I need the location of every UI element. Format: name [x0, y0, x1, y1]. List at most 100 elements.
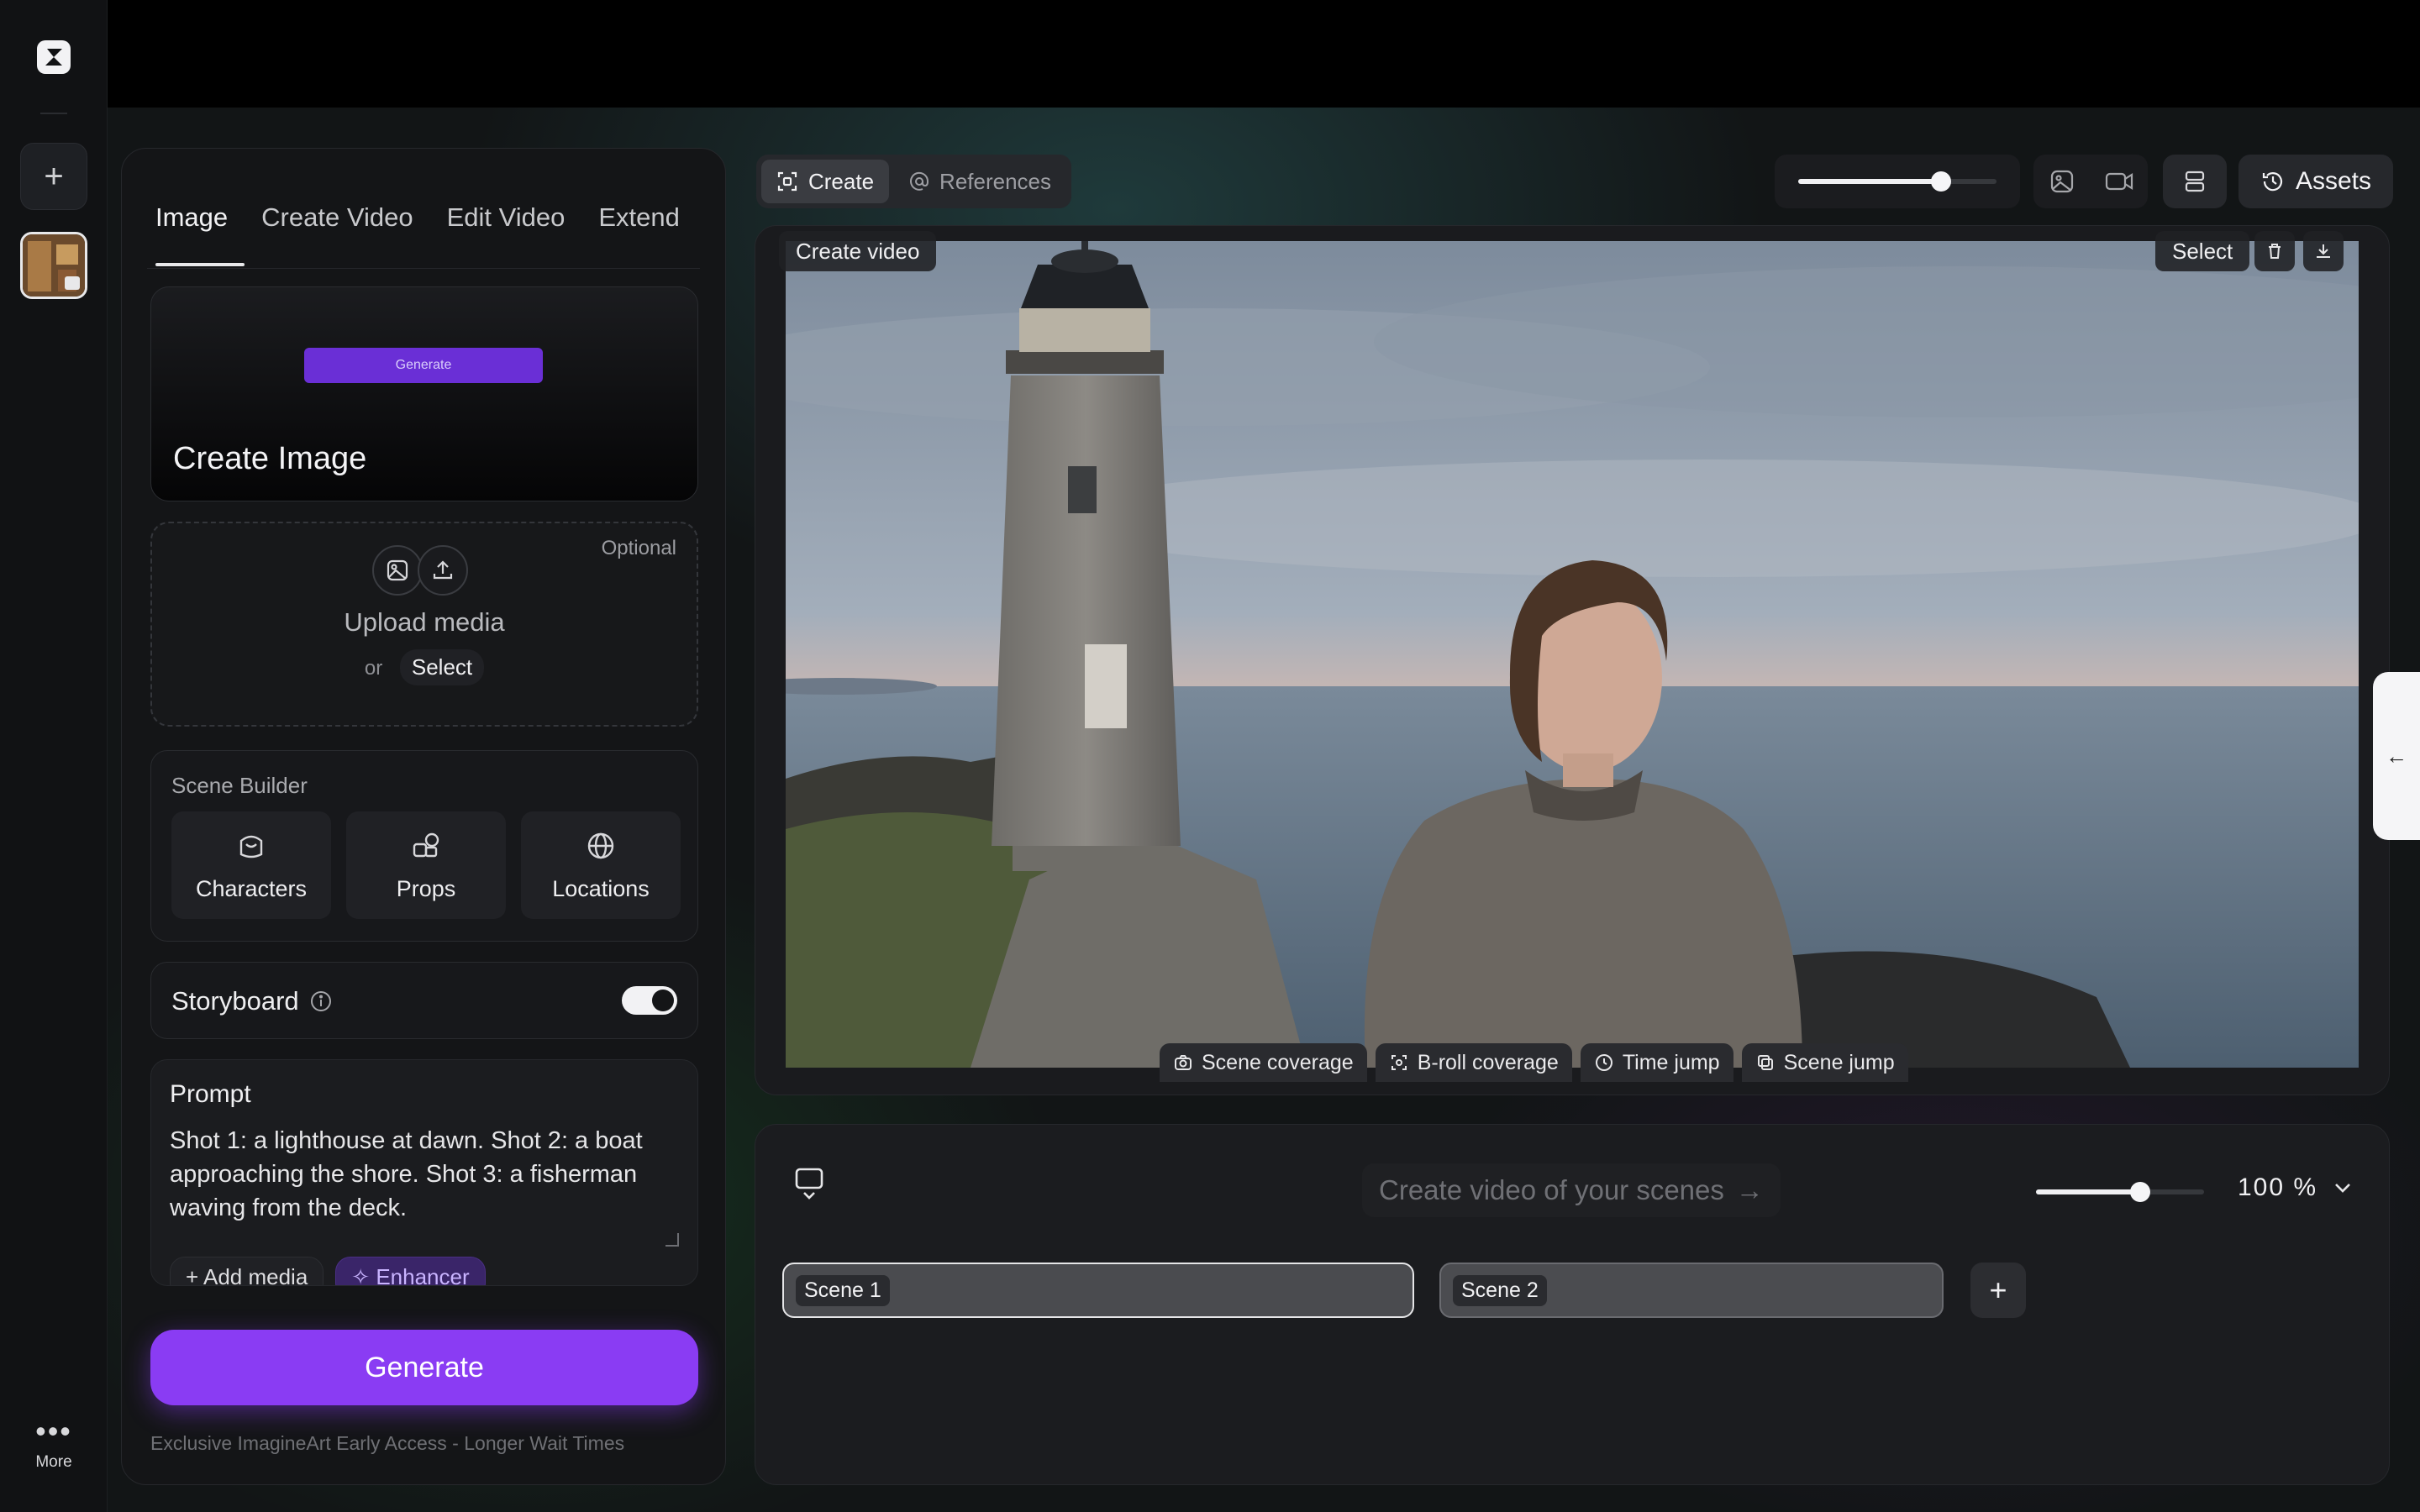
- image-icon: [372, 545, 423, 596]
- zoom-percentage: 100 %: [2238, 1173, 2318, 1201]
- scene-jump-icon: [1757, 1055, 1773, 1070]
- select-button[interactable]: Select: [2155, 231, 2250, 271]
- left-rail: + ••• More: [0, 0, 108, 1512]
- b-roll-coverage-chip[interactable]: B-roll coverage: [1375, 1043, 1572, 1082]
- chevron-down-icon: [2335, 1184, 2350, 1193]
- props-icon: [413, 832, 439, 857]
- camera-icon: [1175, 1055, 1192, 1070]
- scene-1-card[interactable]: Scene 1: [782, 1263, 1414, 1318]
- locations-button[interactable]: Locations: [521, 811, 681, 919]
- slider-track: [2036, 1182, 2204, 1202]
- add-scene-button[interactable]: +: [1970, 1263, 2026, 1318]
- rows-icon: [2185, 171, 2205, 192]
- props-label: Props: [396, 875, 456, 901]
- storyboard-toggle[interactable]: [622, 986, 677, 1015]
- trash-icon: [2269, 244, 2281, 259]
- collapse-panel-tab[interactable]: ←: [2373, 672, 2420, 840]
- mode-tabs: Image Create Video Edit Video Extend: [155, 202, 713, 266]
- optional-label: Optional: [601, 537, 676, 559]
- create-video-of-scenes-button[interactable]: Create video of your scenes →: [1362, 1163, 1781, 1217]
- enhancer-button[interactable]: ✧ Enhancer: [335, 1257, 486, 1286]
- new-project-button[interactable]: +: [20, 143, 87, 210]
- scene-builder-title: Scene Builder: [171, 773, 308, 798]
- rail-divider: [40, 113, 67, 114]
- zoom-dropdown-button[interactable]: [2330, 1175, 2355, 1205]
- generated-image[interactable]: [786, 241, 2359, 1068]
- clock-icon: [1595, 1054, 1612, 1071]
- comment-button[interactable]: [794, 1167, 824, 1205]
- slider-fill: [1798, 179, 1941, 184]
- add-media-label: Add media: [203, 1264, 308, 1286]
- download-button[interactable]: [2303, 231, 2344, 271]
- download-icon: [2317, 244, 2330, 258]
- arrow-left-icon: ←: [2386, 743, 2407, 769]
- timeline-zoom-slider[interactable]: [2036, 1175, 2204, 1209]
- upload-media-title: Upload media: [344, 607, 505, 637]
- globe-icon: [587, 832, 614, 858]
- storyboard-label: Storyboard: [171, 986, 299, 1016]
- props-button[interactable]: Props: [346, 811, 506, 919]
- create-image-title: Create Image: [173, 441, 367, 476]
- references-mode-button[interactable]: References: [894, 160, 1066, 203]
- video-filter-icon[interactable]: [2104, 167, 2134, 196]
- layout-toggle-button[interactable]: [2163, 155, 2227, 208]
- characters-label: Characters: [195, 875, 308, 901]
- references-mode-label: References: [939, 168, 1052, 194]
- app-logo[interactable]: [34, 37, 74, 77]
- image-filter-icon[interactable]: [2048, 167, 2076, 196]
- info-icon[interactable]: [309, 990, 333, 1013]
- time-jump-label: Time jump: [1622, 1050, 1720, 1074]
- plus-icon: +: [186, 1264, 203, 1286]
- mini-generate-preview: Generate: [304, 348, 543, 383]
- arrow-right-icon: →: [1735, 1174, 1764, 1205]
- comment-icon: [795, 1168, 823, 1200]
- assets-label: Assets: [2295, 167, 2372, 195]
- timeline-panel: Create video of your scenes → 100 % Scen…: [755, 1124, 2390, 1485]
- b-roll-coverage-label: B-roll coverage: [1417, 1050, 1559, 1074]
- upload-media-dropzone[interactable]: Optional Upload media or Select: [150, 522, 698, 727]
- left-panel: Image Create Video Edit Video Extend Gen…: [121, 148, 726, 1485]
- select-media-button[interactable]: Select: [399, 649, 485, 685]
- locations-label: Locations: [552, 875, 650, 901]
- upload-icon: [418, 545, 468, 596]
- scene-2-card[interactable]: Scene 2: [1439, 1263, 1944, 1318]
- thumbnail-size-slider[interactable]: [1775, 155, 2020, 208]
- add-media-button[interactable]: + Add media: [170, 1257, 324, 1286]
- more-menu[interactable]: ••• More: [20, 1414, 87, 1472]
- slider-knob[interactable]: [1931, 171, 1951, 192]
- prompt-title: Prompt: [170, 1080, 251, 1108]
- generate-button[interactable]: Generate: [150, 1330, 698, 1405]
- delete-button[interactable]: [2254, 231, 2295, 271]
- scene-builder: Scene Builder Characters Props Locations: [150, 750, 698, 942]
- assets-button[interactable]: Assets: [2238, 155, 2393, 208]
- create-image-card[interactable]: Generate Create Image: [150, 286, 698, 501]
- tab-create-video[interactable]: Create Video: [261, 202, 429, 266]
- prompt-textarea[interactable]: Shot 1: a lighthouse at dawn. Shot 2: a …: [170, 1124, 674, 1225]
- scene-jump-chip[interactable]: Scene jump: [1741, 1043, 1908, 1082]
- tab-extend[interactable]: Extend: [598, 202, 697, 266]
- at-sign-icon: [910, 171, 929, 191]
- slider-fill: [2036, 1189, 2140, 1194]
- scene-jump-label: Scene jump: [1783, 1050, 1895, 1074]
- create-video-chip[interactable]: Create video: [779, 231, 937, 271]
- scene-coverage-chip[interactable]: Scene coverage: [1160, 1043, 1367, 1082]
- shot-type-options: Scene coverage B-roll coverage Time jump…: [1160, 1043, 1908, 1082]
- mode-switch: Create References: [756, 155, 1072, 208]
- create-mode-button[interactable]: Create: [761, 160, 890, 203]
- preview-panel: Create video Select: [755, 225, 2390, 1095]
- more-dots-icon: •••: [35, 1414, 72, 1448]
- scene-2-label: Scene 2: [1453, 1274, 1547, 1306]
- tab-edit-video[interactable]: Edit Video: [447, 202, 582, 266]
- time-jump-chip[interactable]: Time jump: [1580, 1043, 1733, 1082]
- characters-icon: [239, 835, 263, 858]
- plus-icon: +: [1989, 1273, 2007, 1307]
- slider-knob[interactable]: [2130, 1182, 2150, 1202]
- resize-handle[interactable]: [666, 1233, 679, 1247]
- enhancer-label: Enhancer: [376, 1264, 470, 1286]
- project-thumbnail[interactable]: [20, 232, 87, 299]
- tab-image[interactable]: Image: [155, 202, 245, 266]
- or-label: or: [364, 657, 383, 680]
- slider-track: [1798, 171, 1996, 192]
- characters-button[interactable]: Characters: [171, 811, 331, 919]
- tabs-divider: [147, 268, 700, 269]
